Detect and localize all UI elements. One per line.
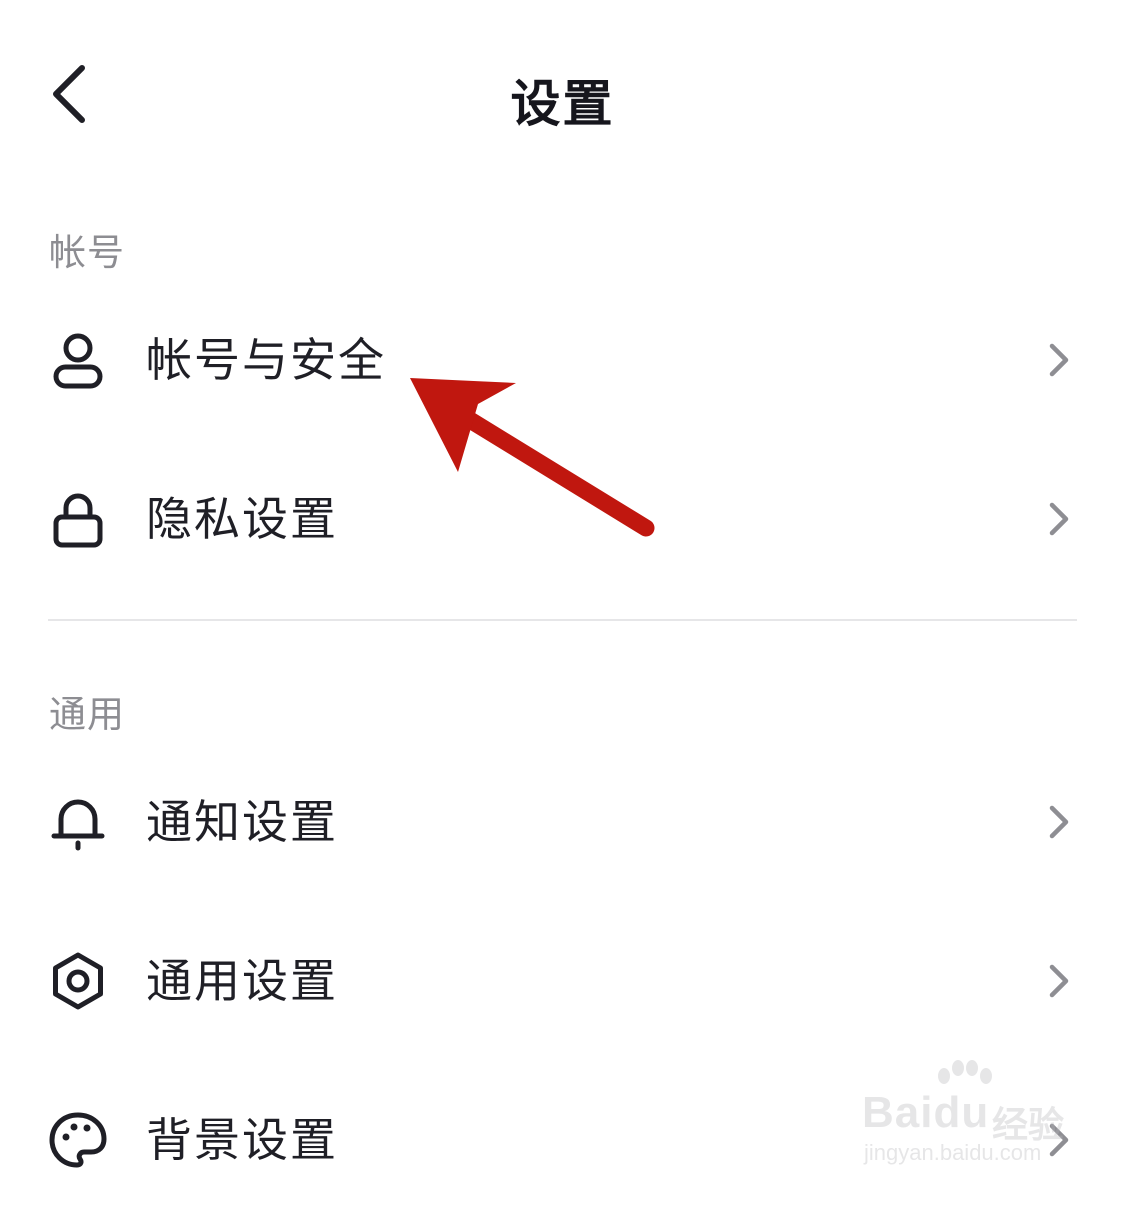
- chevron-right-icon: [1040, 802, 1076, 842]
- section-label-general: 通用: [49, 693, 125, 736]
- settings-item-label: 背景设置: [146, 1113, 338, 1167]
- section-divider: [48, 619, 1077, 621]
- settings-item-label: 通知设置: [146, 795, 338, 849]
- chevron-right-icon: [1040, 961, 1076, 1001]
- settings-item-general[interactable]: 通用设置: [0, 911, 1125, 1051]
- settings-item-account-security[interactable]: 帐号与安全: [0, 290, 1125, 430]
- bell-icon: [47, 791, 109, 853]
- gear-icon: [47, 950, 109, 1012]
- settings-item-label: 通用设置: [146, 954, 338, 1008]
- header-bar: 设置: [0, 0, 1125, 190]
- settings-item-privacy[interactable]: 隐私设置: [0, 449, 1125, 589]
- chevron-right-icon: [1040, 499, 1076, 539]
- settings-item-notifications[interactable]: 通知设置: [0, 752, 1125, 892]
- settings-item-label: 帐号与安全: [146, 333, 386, 387]
- settings-item-background[interactable]: 背景设置: [0, 1070, 1125, 1210]
- chevron-right-icon: [1040, 1120, 1076, 1160]
- page-title: 设置: [510, 75, 615, 133]
- section-label-account: 帐号: [49, 231, 125, 274]
- settings-item-label: 隐私设置: [146, 492, 338, 546]
- person-icon: [47, 329, 109, 391]
- palette-icon: [47, 1109, 109, 1171]
- chevron-right-icon: [1040, 340, 1076, 380]
- lock-icon: [47, 488, 109, 550]
